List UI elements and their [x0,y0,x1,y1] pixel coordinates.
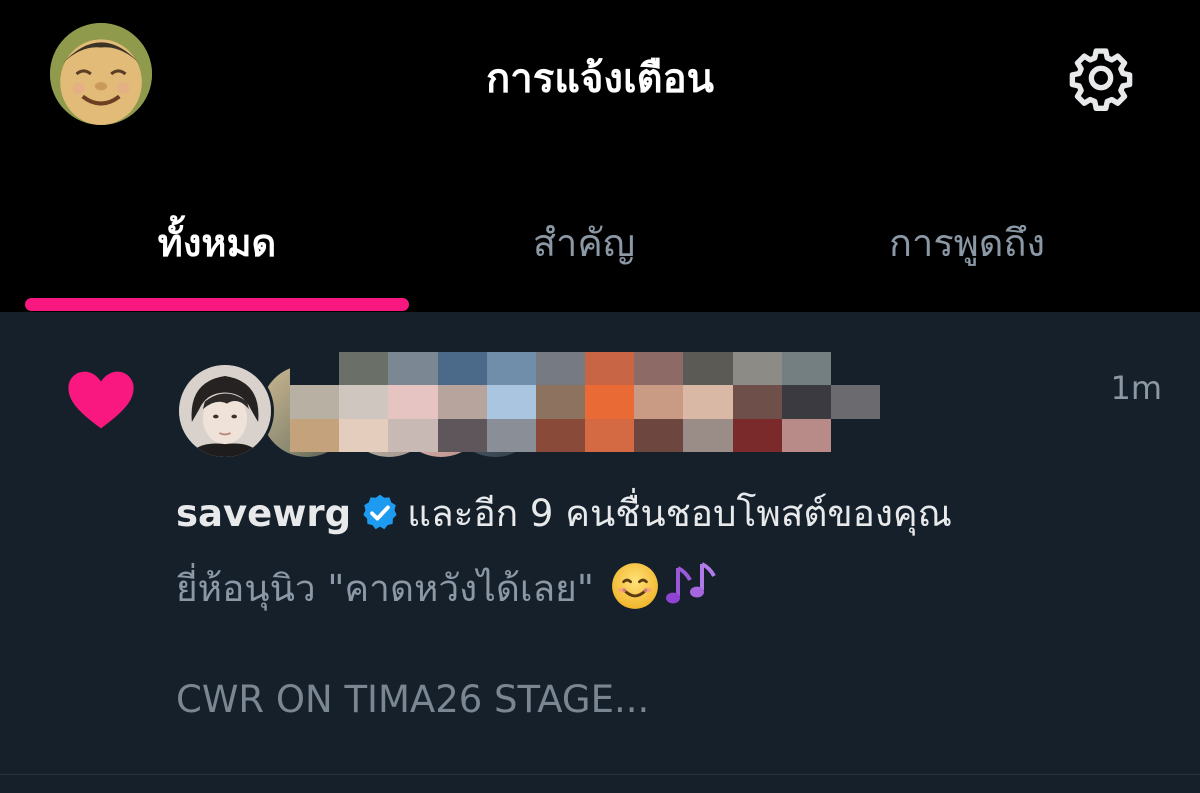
post-preview-line: ยี่ห้อนุนิว "คาดหวังได้เลย" [176,561,716,617]
notifications-screen: การแจ้งเตือน ทั้งหมด สำคัญ การพูดถึง 1m [0,0,1200,793]
gear-icon[interactable] [1067,44,1135,112]
censored-avatars [290,352,880,452]
notification-tabs: ทั้งหมด สำคัญ การพูดถึง [0,205,1200,285]
verified-badge-icon [359,492,401,534]
username-link[interactable]: savewrg [176,492,351,535]
tab-mentions[interactable]: การพูดถึง [734,205,1200,285]
row-divider [0,774,1200,775]
like-action-text: และอีก 9 คนชื่นชอบโพสต์ของคุณ [407,492,953,535]
post-preview-text: ยี่ห้อนุนิว "คาดหวังได้เลย" [176,567,594,610]
page-title: การแจ้งเตือน [486,56,714,102]
notification-timestamp: 1m [1110,369,1162,407]
smiling-face-emoji [610,561,660,611]
heart-icon [67,370,135,430]
tab-all[interactable]: ทั้งหมด [0,205,434,285]
musical-notes-emoji [660,561,716,611]
notification-text: savewrg และอีก 9 คนชื่นชอบโพสต์ของคุณ [176,486,952,542]
tab-verified[interactable]: สำคัญ [434,205,734,285]
post-preview-line-2: CWR ON TIMA26 STAGE... [176,678,650,721]
liker-avatar[interactable] [176,362,274,460]
active-tab-indicator [25,298,409,311]
top-header: การแจ้งเตือน ทั้งหมด สำคัญ การพูดถึง [0,0,1200,312]
